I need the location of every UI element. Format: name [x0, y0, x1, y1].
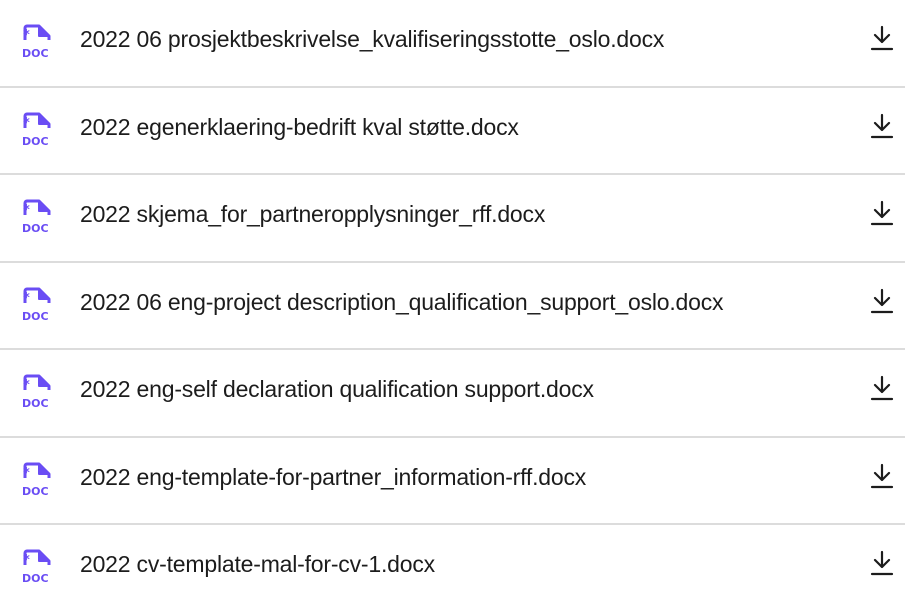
- doc-file-icon: * DOC: [22, 462, 52, 498]
- doc-file-icon: * DOC: [22, 24, 52, 60]
- doc-file-icon: * DOC: [22, 374, 52, 410]
- list-item: * DOC 2022 06 eng-project description_qu…: [0, 263, 905, 350]
- download-icon[interactable]: [869, 199, 895, 227]
- svg-text:*: *: [23, 203, 30, 218]
- download-icon[interactable]: [869, 374, 895, 402]
- svg-text:*: *: [23, 28, 30, 43]
- file-download-link[interactable]: 2022 skjema_for_partneropplysninger_rff.…: [80, 199, 545, 229]
- list-item: * DOC 2022 egenerklaering-bedrift kval s…: [0, 88, 905, 175]
- download-icon[interactable]: [869, 462, 895, 490]
- file-download-link[interactable]: 2022 06 prosjektbeskrivelse_kvalifiserin…: [80, 24, 664, 54]
- file-download-link[interactable]: 2022 eng-self declaration qualification …: [80, 374, 594, 404]
- svg-text:*: *: [23, 466, 30, 481]
- download-icon[interactable]: [869, 112, 895, 140]
- doc-file-icon: * DOC: [22, 549, 52, 585]
- svg-text:*: *: [23, 116, 30, 131]
- list-item: * DOC 2022 eng-self declaration qualific…: [0, 350, 905, 438]
- download-icon[interactable]: [869, 24, 895, 52]
- file-download-link[interactable]: 2022 eng-template-for-partner_informatio…: [80, 462, 586, 492]
- doc-file-icon: * DOC: [22, 199, 52, 235]
- file-download-link[interactable]: 2022 06 eng-project description_qualific…: [80, 287, 724, 317]
- svg-text:DOC: DOC: [22, 310, 49, 323]
- svg-text:*: *: [23, 553, 30, 568]
- list-item: * DOC 2022 eng-template-for-partner_info…: [0, 438, 905, 525]
- list-item: * DOC 2022 06 prosjektbeskrivelse_kvalif…: [0, 0, 905, 88]
- doc-file-icon: * DOC: [22, 112, 52, 148]
- svg-text:*: *: [23, 291, 30, 306]
- list-item: * DOC 2022 skjema_for_partneropplysninge…: [0, 175, 905, 263]
- svg-text:DOC: DOC: [22, 222, 49, 235]
- download-icon[interactable]: [869, 549, 895, 577]
- svg-text:DOC: DOC: [22, 572, 49, 585]
- list-item: * DOC 2022 cv-template-mal-for-cv-1.docx: [0, 525, 905, 613]
- svg-text:*: *: [23, 378, 30, 393]
- svg-text:DOC: DOC: [22, 485, 49, 498]
- download-icon[interactable]: [869, 287, 895, 315]
- file-list: * DOC 2022 06 prosjektbeskrivelse_kvalif…: [0, 0, 905, 613]
- svg-text:DOC: DOC: [22, 397, 49, 410]
- svg-text:DOC: DOC: [22, 135, 49, 148]
- file-download-link[interactable]: 2022 egenerklaering-bedrift kval støtte.…: [80, 112, 519, 142]
- doc-file-icon: * DOC: [22, 287, 52, 323]
- svg-text:DOC: DOC: [22, 47, 49, 60]
